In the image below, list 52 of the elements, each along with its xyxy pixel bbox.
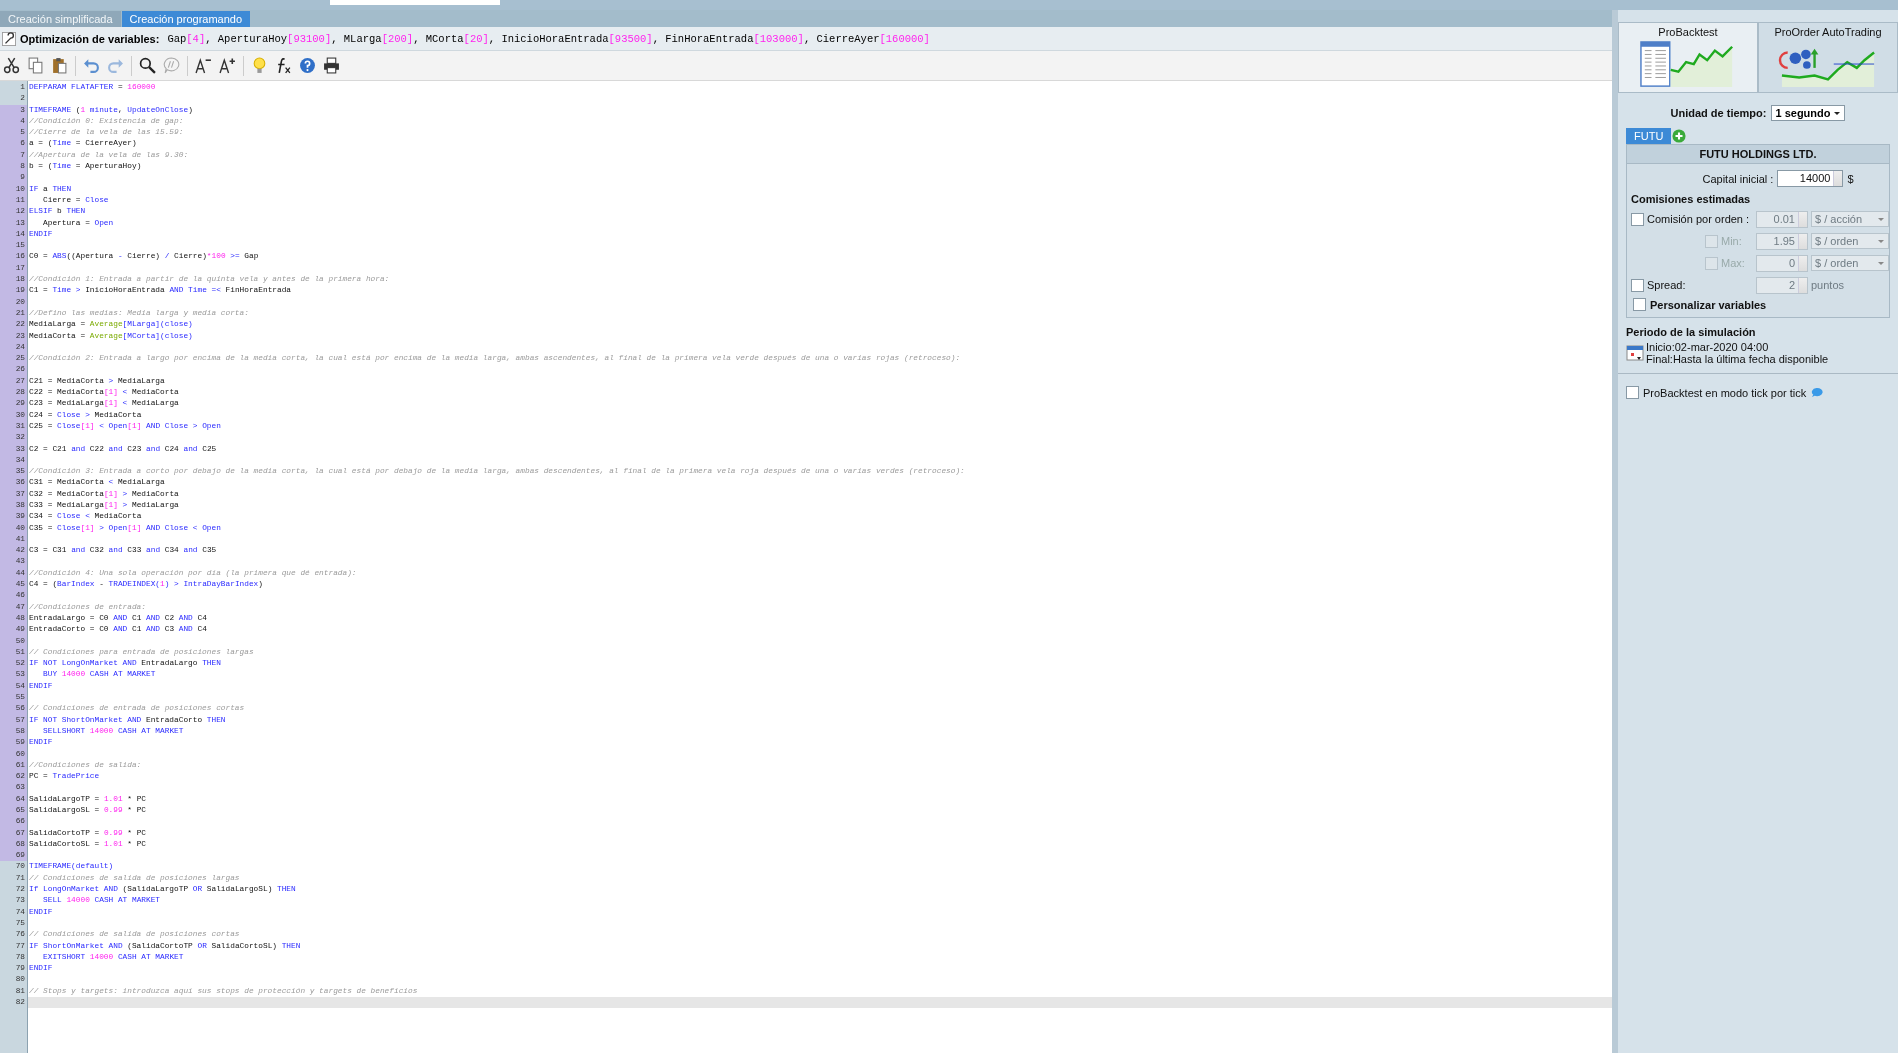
mode-tab[interactable]: ProBacktest: [1618, 22, 1758, 92]
optimization-label: Optimización de variables:: [20, 32, 160, 45]
commissions-title: Comisiones estimadas: [1631, 193, 1752, 205]
commission-label: Min:: [1721, 235, 1742, 247]
function-icon[interactable]: [275, 57, 292, 74]
instrument-tab[interactable]: FUTU: [1626, 128, 1672, 144]
editor-tab[interactable]: Creación simplificada: [0, 11, 121, 27]
commission-field[interactable]: 0.01: [1756, 210, 1808, 228]
timeframe-dropdown[interactable]: 1 segundo: [1771, 105, 1846, 121]
mode-tab[interactable]: ProOrder AutoTrading: [1758, 22, 1898, 92]
font-smaller-icon[interactable]: [195, 57, 212, 74]
commission-label: Max:: [1721, 257, 1745, 269]
end-date: Final:Hasta la última fecha disponible: [1646, 353, 1829, 365]
capital-field[interactable]: 14000: [1777, 170, 1844, 187]
period-title: Periodo de la simulación: [1626, 326, 1757, 338]
editor-tab[interactable]: Creación programando: [121, 11, 251, 27]
caret-icon: [1877, 237, 1885, 245]
paste-icon[interactable]: [51, 57, 68, 74]
commission-label: Comisión por orden :: [1647, 213, 1750, 225]
comment-icon[interactable]: [163, 57, 180, 74]
spread-field[interactable]: 2: [1756, 276, 1808, 294]
redo-icon[interactable]: [107, 57, 124, 74]
checkbox[interactable]: [1633, 298, 1646, 311]
start-date: Inicio:02-mar-2020 04:00: [1646, 341, 1770, 353]
font-larger-icon[interactable]: [219, 57, 236, 74]
timeframe-label: Unidad de tiempo:: [1670, 107, 1767, 119]
personalize-label: Personalizar variables: [1650, 298, 1767, 311]
checkbox[interactable]: [1626, 386, 1639, 399]
lightbulb-icon[interactable]: [251, 57, 268, 74]
currency-label: $: [1847, 172, 1854, 185]
help-icon[interactable]: [299, 57, 316, 74]
instrument-name: FUTU HOLDINGS LTD.: [1627, 145, 1889, 164]
print-icon[interactable]: [323, 57, 340, 74]
wrench-icon: [2, 31, 16, 46]
copy-icon[interactable]: [27, 57, 44, 74]
add-icon[interactable]: [1672, 129, 1687, 143]
caret-icon: [1877, 259, 1885, 267]
points-label: puntos: [1811, 279, 1845, 291]
undo-icon[interactable]: [83, 57, 100, 74]
checkbox[interactable]: [1631, 278, 1644, 292]
speech-bubble-icon[interactable]: [1810, 387, 1824, 398]
tick-mode-label: ProBacktest en modo tick por tick: [1643, 386, 1807, 399]
capital-label: Capital inicial :: [1702, 172, 1774, 185]
unit-dropdown[interactable]: $ / acción: [1811, 211, 1889, 227]
search-icon[interactable]: [139, 57, 156, 74]
caret-icon: [1833, 109, 1842, 117]
checkbox[interactable]: [1631, 212, 1644, 226]
caret-icon: [1877, 215, 1885, 223]
calendar-icon[interactable]: [1626, 344, 1644, 362]
spread-label: Spread:: [1647, 279, 1686, 291]
cut-icon[interactable]: [3, 57, 20, 74]
optimization-variables: Gap[4], AperturaHoy[93100], MLarga[200], MCorta[20], InicioHoraEntrada[93500], FinHoraEntrada[103000], CierreAyer[160000]: [167, 32, 930, 45]
